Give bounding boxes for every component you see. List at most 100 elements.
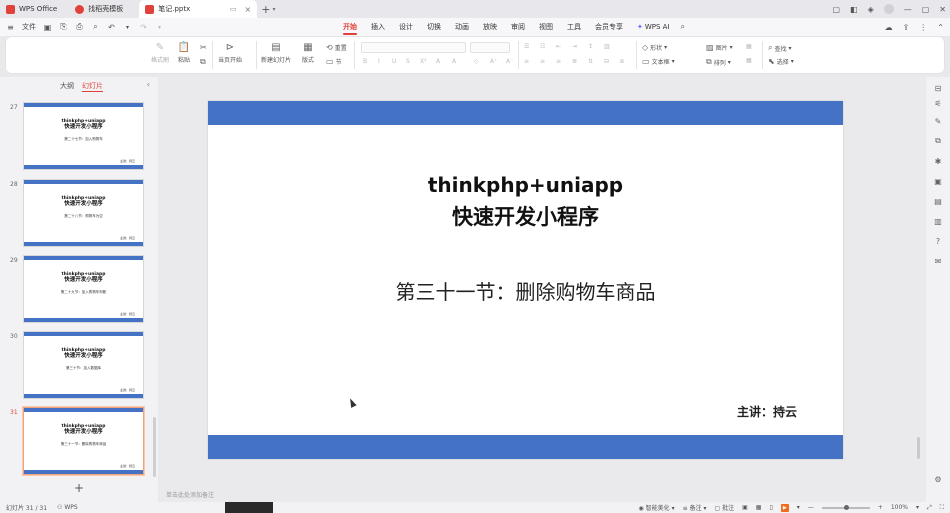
align-center-icon[interactable]: ≡ xyxy=(540,58,545,65)
layout-button[interactable]: ▦ 版式 xyxy=(302,41,314,65)
indent-decrease-icon[interactable]: ⇤ xyxy=(556,43,561,50)
tab-slides[interactable]: 幻灯片 xyxy=(82,81,103,92)
collapse-panel-icon[interactable]: ‹ xyxy=(147,80,150,89)
close-window-icon[interactable]: ✕ xyxy=(939,5,946,14)
justify-icon[interactable]: ≣ xyxy=(572,58,577,65)
zoom-slider[interactable] xyxy=(821,504,870,510)
sorter-view-icon[interactable]: ▦ xyxy=(756,504,762,511)
find-button[interactable]: ⌕ 查找 ▾ xyxy=(768,43,792,53)
tab-wps-office[interactable]: WPS Office xyxy=(0,0,63,18)
play-from-current-button[interactable]: ⊳ 当页开始 xyxy=(218,41,242,65)
thumbnail-scrollbar[interactable] xyxy=(153,417,156,477)
zoom-dropdown-icon[interactable]: ▾ xyxy=(916,504,919,511)
tab-review[interactable]: 审阅 xyxy=(504,18,532,36)
avatar[interactable] xyxy=(883,4,894,14)
select-button[interactable]: ⬉ 选择 ▾ xyxy=(768,57,794,66)
format-painter-button[interactable]: ✎ 格式刷 xyxy=(151,41,169,65)
save-icon[interactable]: ▣ xyxy=(43,23,52,32)
more-icon[interactable]: ⋮ xyxy=(919,23,927,32)
notes-button[interactable]: ≡ 备注 ▾ xyxy=(683,503,707,512)
normal-view-icon[interactable]: ▣ xyxy=(742,504,748,511)
group-icon[interactable]: ▦ xyxy=(746,57,752,64)
slide-author[interactable]: 主讲：持云 xyxy=(737,403,797,420)
bold-icon[interactable]: B xyxy=(363,58,367,65)
print-icon[interactable]: ⎙ xyxy=(75,22,84,32)
bullets-icon[interactable]: ☰ xyxy=(524,43,529,50)
copy-icon[interactable]: ⧉ xyxy=(200,57,206,67)
ai-icon[interactable]: ◈ xyxy=(868,5,874,14)
slide-thumbnail[interactable]: thinkphp+uniapp 快速开发小程序 第二十七节：加入购物车 主讲：持… xyxy=(23,102,144,170)
tab-member[interactable]: 会员专享 xyxy=(588,18,630,36)
skin-icon[interactable]: ◧ xyxy=(850,5,858,14)
tab-tools[interactable]: 工具 xyxy=(560,18,588,36)
export-icon[interactable]: ⎘ xyxy=(59,22,68,32)
add-slide-icon[interactable]: + xyxy=(74,481,84,495)
cut-icon[interactable]: ✂ xyxy=(200,43,207,52)
slide-thumbnail[interactable]: thinkphp+uniapp 快速开发小程序 第二十九节：加入购物车判断 主讲… xyxy=(23,255,144,323)
font-shrink-icon[interactable]: A⁻ xyxy=(506,58,513,65)
editor-scrollbar[interactable] xyxy=(917,437,920,459)
picture-tools-icon[interactable]: ▦ xyxy=(746,43,752,50)
design-icon[interactable]: ✎ xyxy=(932,115,944,127)
align-left-icon[interactable]: ≡ xyxy=(524,58,529,65)
slide-thumbnail-selected[interactable]: thinkphp+uniapp 快速开发小程序 第三十一节：删除购物车商品 主讲… xyxy=(22,406,145,476)
cloud-icon[interactable]: ☁ xyxy=(885,23,893,32)
reading-view-icon[interactable]: ▯ xyxy=(769,504,772,511)
comments-button[interactable]: ▢ 批注 xyxy=(715,503,735,512)
layout-icon[interactable]: ▣ xyxy=(932,175,944,187)
fit-icon[interactable]: ⤢ xyxy=(927,504,932,512)
numbering-icon[interactable]: ☷ xyxy=(540,43,545,50)
highlight-icon[interactable]: A xyxy=(452,58,456,65)
sidebar-toggle-icon[interactable]: ⊟ xyxy=(932,82,944,94)
smartart-icon[interactable]: ⧈ xyxy=(620,58,624,66)
tab-home[interactable]: 开始 xyxy=(336,18,364,36)
shapes-icon[interactable]: ⧉ xyxy=(932,135,944,147)
minimize-icon[interactable]: — xyxy=(904,5,912,14)
play-options-icon[interactable]: ▾ xyxy=(797,504,800,511)
chevron-down-icon[interactable]: ▾ xyxy=(155,23,164,32)
play-slideshow-icon[interactable]: ▶ xyxy=(780,503,789,512)
tab-wps-ai[interactable]: ✦ WPS AI xyxy=(630,18,677,36)
font-size-select[interactable] xyxy=(470,42,510,53)
undo-icon[interactable]: ↶ xyxy=(107,23,116,32)
new-slide-button[interactable]: ▤ 新建幻灯片 xyxy=(261,41,291,65)
arrange-button[interactable]: ⧉ 排列 ▾ xyxy=(706,57,731,67)
transition-icon[interactable]: ▤ xyxy=(932,195,944,207)
animation-icon[interactable]: ✱ xyxy=(932,155,944,167)
current-slide[interactable]: thinkphp+uniapp 快速开发小程序 第三十一节：删除购物车商品 主讲… xyxy=(208,101,843,459)
underline-icon[interactable]: U xyxy=(392,58,396,65)
slide-title-en[interactable]: thinkphp+uniapp xyxy=(208,173,843,197)
shape-button[interactable]: ◇ 形状 ▾ xyxy=(642,43,667,52)
settings-icon[interactable]: ⚙ xyxy=(932,473,944,485)
paste-button[interactable]: 📋 粘贴 xyxy=(178,41,190,65)
feedback-icon[interactable]: ✉ xyxy=(932,255,944,267)
zoom-in-icon[interactable]: + xyxy=(878,504,883,511)
tab-insert[interactable]: 插入 xyxy=(364,18,392,36)
reset-button[interactable]: ⟲ 重置 xyxy=(326,43,347,52)
align-right-icon[interactable]: ≡ xyxy=(556,58,561,65)
chevron-down-icon[interactable]: ▾ xyxy=(123,23,132,32)
tab-animation[interactable]: 动画 xyxy=(448,18,476,36)
section-button[interactable]: ▭ 节 xyxy=(326,57,342,66)
template-icon[interactable]: ▥ xyxy=(932,215,944,227)
clear-format-icon[interactable]: ◇ xyxy=(474,58,479,65)
hamburger-icon[interactable]: ≡ xyxy=(6,23,15,32)
tab-slideshow[interactable]: 放映 xyxy=(476,18,504,36)
font-family-select[interactable] xyxy=(361,42,466,53)
preview-icon[interactable]: ⌕ xyxy=(91,22,100,32)
line-spacing-icon[interactable]: ↕ xyxy=(588,43,593,50)
picture-button[interactable]: ▨ 图片 ▾ xyxy=(706,43,733,52)
tile-icon[interactable]: ▢ xyxy=(832,5,840,14)
italic-icon[interactable]: I xyxy=(378,58,380,65)
zoom-level[interactable]: 100% xyxy=(891,504,908,511)
columns-icon[interactable]: ▥ xyxy=(604,43,610,50)
fullscreen-icon[interactable]: ⛶ xyxy=(940,504,944,512)
close-icon[interactable]: × xyxy=(245,5,252,14)
notes-placeholder[interactable]: 单击此处添加备注 xyxy=(166,490,214,499)
chevron-up-icon[interactable]: ⌃ xyxy=(937,23,944,32)
properties-icon[interactable]: ⚟ xyxy=(932,97,944,109)
textbox-button[interactable]: ▭ 文本框 ▾ xyxy=(642,57,675,66)
tab-window-icon[interactable]: ▭ xyxy=(230,5,237,13)
new-tab-icon[interactable]: + xyxy=(261,3,270,16)
text-direction-icon[interactable]: ⇅ xyxy=(588,58,593,65)
